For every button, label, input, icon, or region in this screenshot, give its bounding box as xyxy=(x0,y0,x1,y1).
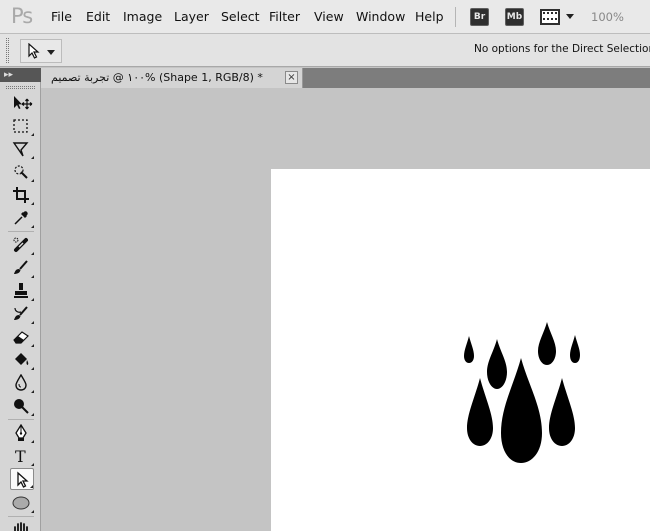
options-bar-grip[interactable] xyxy=(6,38,9,63)
stamp-icon xyxy=(14,283,28,298)
toolbar-divider xyxy=(8,419,34,420)
menu-select[interactable]: Select xyxy=(221,9,260,24)
menu-image[interactable]: Image xyxy=(123,9,162,24)
drop-shape xyxy=(467,378,493,446)
direct-selection-icon xyxy=(28,43,40,59)
dodge-icon xyxy=(14,399,29,414)
document-canvas[interactable] xyxy=(271,169,650,531)
zoom-level[interactable]: 100% xyxy=(591,10,624,24)
chevron-down-icon xyxy=(47,50,55,55)
pen-icon xyxy=(15,424,27,441)
chevron-down-icon[interactable] xyxy=(566,14,574,19)
drop-shape xyxy=(501,358,542,463)
photoshop-logo: Ps xyxy=(11,4,33,28)
blur-tool[interactable] xyxy=(10,372,34,394)
quick-selection-icon xyxy=(14,165,28,179)
lasso-icon xyxy=(12,142,29,157)
screen-mode-icon[interactable] xyxy=(540,9,560,25)
toolbar-divider xyxy=(8,231,34,232)
raindrop-shapes[interactable] xyxy=(271,169,650,531)
quick-selection-tool[interactable] xyxy=(10,161,34,183)
panel-grip[interactable] xyxy=(6,86,35,89)
menu-layer[interactable]: Layer xyxy=(174,9,209,24)
rectangular-marquee-tool[interactable] xyxy=(10,115,34,137)
menu-view[interactable]: View xyxy=(314,9,344,24)
menu-help[interactable]: Help xyxy=(415,9,444,24)
options-bar: No options for the Direct Selection Tool… xyxy=(0,34,650,67)
menu-bar: Ps File Edit Image Layer Select Filter V… xyxy=(0,0,650,34)
spot-healing-brush-tool[interactable] xyxy=(10,234,34,256)
close-icon[interactable]: × xyxy=(285,71,298,84)
document-tab-strip: ١٠٠ @ تجربة تصميم% (Shape 1, RGB/8) * × xyxy=(41,68,650,88)
move-tool[interactable] xyxy=(10,92,34,114)
direct-selection-icon xyxy=(17,471,29,488)
blur-icon xyxy=(15,374,27,391)
healing-brush-icon xyxy=(13,237,28,252)
history-brush-tool[interactable] xyxy=(10,303,34,325)
drop-shape xyxy=(487,339,507,389)
type-icon: T xyxy=(15,447,26,465)
hand-tool[interactable] xyxy=(10,518,34,531)
toolbar-divider xyxy=(8,516,34,517)
crop-icon xyxy=(13,187,29,203)
drop-shape xyxy=(538,322,556,365)
bridge-button[interactable]: Br xyxy=(470,8,489,26)
mini-bridge-button[interactable]: Mb xyxy=(505,8,524,26)
direct-selection-tool[interactable] xyxy=(10,468,34,490)
hand-icon xyxy=(14,522,28,531)
paint-bucket-tool[interactable] xyxy=(10,349,34,371)
drop-shape xyxy=(464,336,474,363)
tool-preset-picker[interactable] xyxy=(20,39,62,63)
brush-icon xyxy=(14,260,28,274)
history-brush-icon xyxy=(14,306,28,320)
document-title: ١٠٠ @ تجربة تصميم% (Shape 1, RGB/8) * xyxy=(51,71,263,84)
ellipse-icon xyxy=(12,496,30,510)
menu-divider xyxy=(455,7,456,27)
eyedropper-icon xyxy=(14,211,28,225)
crop-tool[interactable] xyxy=(10,184,34,206)
menu-window[interactable]: Window xyxy=(356,9,405,24)
brush-tool[interactable] xyxy=(10,257,34,279)
paint-bucket-icon xyxy=(15,353,29,365)
svg-text:T: T xyxy=(15,447,26,465)
eraser-icon xyxy=(13,331,29,344)
menu-edit[interactable]: Edit xyxy=(86,9,110,24)
clone-stamp-tool[interactable] xyxy=(10,280,34,302)
panel-collapse-button[interactable]: ▸▸ xyxy=(0,68,41,82)
eraser-tool[interactable] xyxy=(10,326,34,348)
dodge-tool[interactable] xyxy=(10,395,34,417)
move-icon xyxy=(14,96,33,110)
menu-file[interactable]: File xyxy=(51,9,72,24)
workspace[interactable] xyxy=(41,88,650,531)
document-tab[interactable]: ١٠٠ @ تجربة تصميم% (Shape 1, RGB/8) * × xyxy=(41,68,303,88)
marquee-icon xyxy=(13,119,28,133)
eyedropper-tool[interactable] xyxy=(10,207,34,229)
menu-filter[interactable]: Filter xyxy=(269,9,300,24)
lasso-tool[interactable] xyxy=(10,138,34,160)
tools-panel: ▸▸ T xyxy=(0,68,41,531)
options-message: No options for the Direct Selection Tool… xyxy=(474,43,650,55)
pen-tool[interactable] xyxy=(10,422,34,444)
drop-shape xyxy=(570,335,580,363)
type-tool[interactable]: T xyxy=(10,445,34,467)
ellipse-tool[interactable] xyxy=(10,492,34,514)
drop-shape xyxy=(549,378,575,446)
